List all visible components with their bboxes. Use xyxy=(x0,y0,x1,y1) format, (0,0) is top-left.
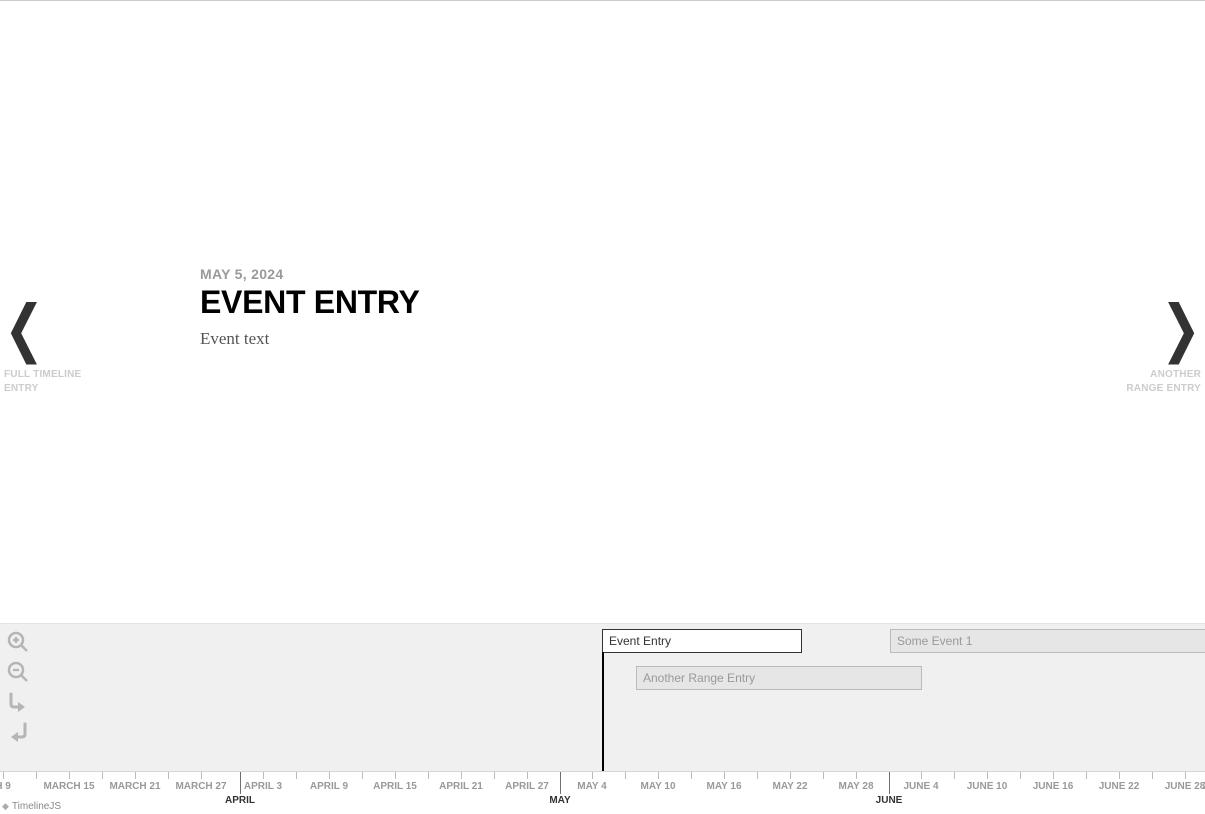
chevron-left-icon: ❮ xyxy=(4,299,84,361)
axis-tick-label: JUNE 4 xyxy=(903,781,938,792)
axis-tick xyxy=(36,772,37,779)
axis-tick xyxy=(691,772,692,779)
axis-tick-label: H 9 xyxy=(0,781,11,792)
slide-body: Event text xyxy=(200,329,420,349)
timeline-marker[interactable]: Some Event 1 xyxy=(890,629,1205,653)
axis-month-tick xyxy=(240,772,241,794)
axis-tick xyxy=(494,772,495,779)
axis-tick-label: MARCH 27 xyxy=(175,781,226,792)
nav-prev[interactable]: ❮ FULL TIMELINE ENTRY xyxy=(4,306,84,395)
axis-tick-label: MAY 22 xyxy=(772,781,807,792)
nav-prev-label: FULL TIMELINE ENTRY xyxy=(4,368,84,395)
axis-tick xyxy=(724,772,725,779)
axis-month-label: MAY xyxy=(549,795,570,806)
axis-tick xyxy=(135,772,136,779)
axis-tick xyxy=(1152,772,1153,779)
axis-tick xyxy=(461,772,462,779)
axis-tick xyxy=(69,772,70,779)
axis-tick-label: MAY 28 xyxy=(838,781,873,792)
chevron-right-icon: ❯ xyxy=(1121,299,1201,361)
axis-tick-label: JUNE 16 xyxy=(1033,781,1074,792)
axis-tick xyxy=(1119,772,1120,779)
nav-next[interactable]: ❯ ANOTHER RANGE ENTRY xyxy=(1121,306,1201,395)
axis-tick xyxy=(987,772,988,779)
time-axis[interactable]: H 9 MARCH 15 MARCH 21 MARCH 27 APRIL 3 APRIL … xyxy=(0,771,1205,813)
axis-tick xyxy=(329,772,330,779)
axis-tick xyxy=(395,772,396,779)
axis-tick-label: JUNE 10 xyxy=(967,781,1008,792)
axis-tick xyxy=(1086,772,1087,779)
axis-tick xyxy=(3,772,4,779)
axis-tick xyxy=(296,772,297,779)
axis-tick xyxy=(592,772,593,779)
timeline-controls xyxy=(6,630,34,750)
axis-tick-label: MARCH 15 xyxy=(43,781,94,792)
axis-tick xyxy=(658,772,659,779)
axis-tick xyxy=(790,772,791,779)
axis-ticks: H 9 MARCH 15 MARCH 21 MARCH 27 APRIL 3 APRIL … xyxy=(0,772,1205,813)
axis-tick xyxy=(921,772,922,779)
axis-tick-label: MAY 16 xyxy=(706,781,741,792)
axis-month-tick xyxy=(560,772,561,794)
axis-tick-label: APRIL 9 xyxy=(310,781,348,792)
axis-tick-label: MAY 10 xyxy=(640,781,675,792)
axis-month-label: JUNE xyxy=(876,795,903,806)
axis-tick-label: APRIL 21 xyxy=(439,781,483,792)
zoom-out-button[interactable] xyxy=(6,660,30,684)
axis-tick xyxy=(1053,772,1054,779)
axis-tick xyxy=(527,772,528,779)
timeline-strip[interactable]: Event Entry Another Range Entry Some Event… xyxy=(0,623,1205,775)
attribution[interactable]: ◆ TimelineJS xyxy=(2,801,61,812)
axis-tick-label: JUNE 28 xyxy=(1165,781,1205,792)
axis-tick xyxy=(263,772,264,779)
axis-tick-label: MAY 4 xyxy=(577,781,606,792)
axis-tick-label: APRIL 27 xyxy=(505,781,549,792)
axis-tick-label: APRIL 15 xyxy=(373,781,417,792)
axis-tick xyxy=(428,772,429,779)
axis-tick xyxy=(168,772,169,779)
selected-marker-line xyxy=(602,652,604,780)
axis-tick xyxy=(362,772,363,779)
axis-month-tick xyxy=(889,772,890,794)
goto-start-button[interactable] xyxy=(6,720,30,744)
axis-tick-label: APRIL 3 xyxy=(244,781,282,792)
slide-title: EVENT ENTRY xyxy=(200,284,420,321)
attribution-icon: ◆ xyxy=(2,801,9,812)
axis-tick xyxy=(1020,772,1021,779)
zoom-in-button[interactable] xyxy=(6,630,30,654)
axis-tick xyxy=(856,772,857,779)
axis-tick xyxy=(823,772,824,779)
slide-content: MAY 5, 2024 EVENT ENTRY Event text xyxy=(200,266,420,349)
axis-tick xyxy=(757,772,758,779)
axis-tick-label: MARCH 21 xyxy=(109,781,160,792)
axis-tick xyxy=(102,772,103,779)
axis-tick-label: JUNE 22 xyxy=(1099,781,1140,792)
attribution-label: TimelineJS xyxy=(12,801,61,812)
axis-tick xyxy=(954,772,955,779)
timeline-marker[interactable]: Another Range Entry xyxy=(636,666,922,690)
slide-area: MAY 5, 2024 EVENT ENTRY Event text ❮ FUL… xyxy=(0,1,1205,621)
timeline-marker[interactable]: Event Entry xyxy=(602,629,802,653)
slide-date: MAY 5, 2024 xyxy=(200,266,420,282)
goto-end-button[interactable] xyxy=(6,690,30,714)
axis-month-label: APRIL xyxy=(225,795,255,806)
axis-tick xyxy=(201,772,202,779)
nav-next-label: ANOTHER RANGE ENTRY xyxy=(1121,368,1201,395)
axis-tick xyxy=(1185,772,1186,779)
axis-tick xyxy=(625,772,626,779)
